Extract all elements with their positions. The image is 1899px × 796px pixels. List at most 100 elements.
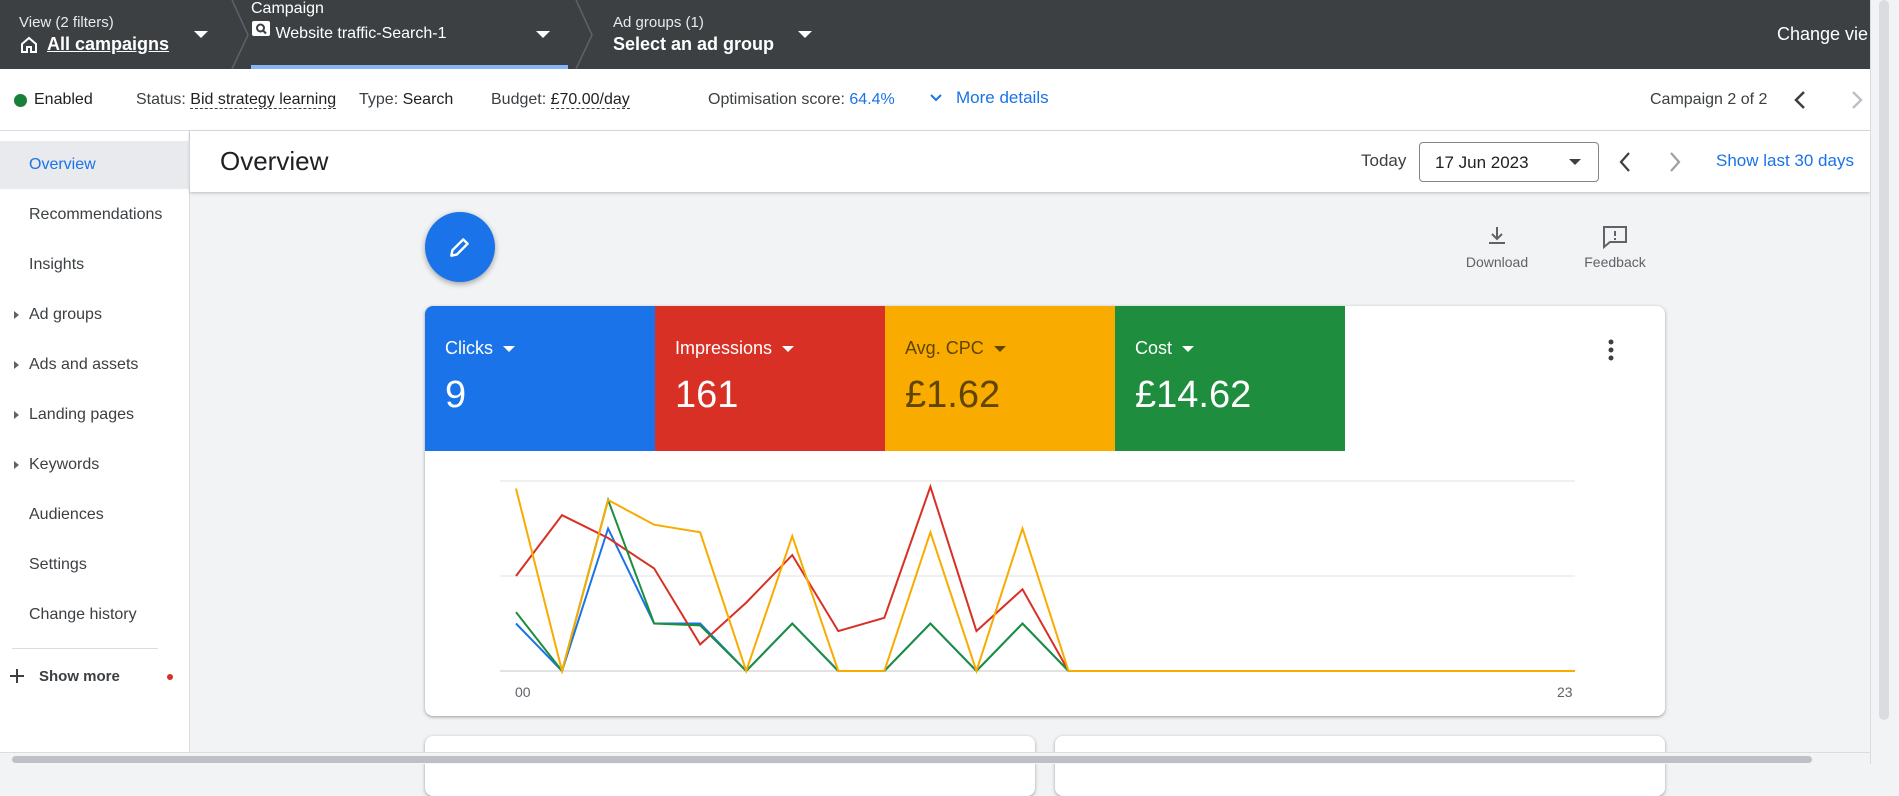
download-label: Download <box>1465 254 1529 270</box>
pencil-icon <box>450 238 469 257</box>
search-campaign-icon <box>252 21 270 36</box>
previous-date-icon[interactable] <box>1615 150 1635 174</box>
show-last-30-days-link[interactable]: Show last 30 days <box>1716 151 1854 171</box>
metric-label: Avg. CPC <box>905 338 984 358</box>
performance-card: Clicks 9 Impressions 161 Avg. CPC £1.62 … <box>425 306 1665 716</box>
sidebar-item-ads-and-assets[interactable]: Ads and assets <box>0 341 190 389</box>
chart-series-line-3 <box>515 488 1575 675</box>
campaign-selector-label: Website traffic-Search-1 <box>275 25 447 42</box>
chevron-down-icon <box>1182 345 1195 352</box>
expand-arrow-icon <box>14 311 19 319</box>
feedback-button[interactable]: Feedback <box>1570 224 1660 270</box>
sidebar-item-label: Ads and assets <box>29 356 139 373</box>
download-button[interactable]: Download <box>1452 224 1542 270</box>
horizontal-scrollbar[interactable] <box>0 752 1870 764</box>
metric-tile-avg-cpc[interactable]: Avg. CPC £1.62 <box>885 306 1115 451</box>
chevron-down-icon <box>993 345 1006 352</box>
metric-tile-cost[interactable]: Cost £14.62 <box>1115 306 1345 451</box>
ad-group-selector-label: Select an ad group <box>613 34 775 54</box>
budget-value[interactable]: £70.00/day <box>550 91 630 109</box>
vertical-scrollbar[interactable] <box>1870 0 1899 764</box>
status-value[interactable]: Bid strategy learning <box>190 91 337 109</box>
expand-arrow-icon <box>14 411 19 419</box>
enabled-status-dot-icon <box>14 93 27 107</box>
feedback-label: Feedback <box>1584 254 1646 270</box>
chevron-down-icon <box>194 31 208 38</box>
campaign-position: Campaign 2 of 2 <box>1650 91 1768 108</box>
metric-value: £14.62 <box>1135 374 1252 416</box>
next-date-icon[interactable] <box>1665 150 1685 174</box>
sidebar-item-recommendations[interactable]: Recommendations <box>0 191 190 239</box>
sidebar-item-label: Recommendations <box>29 206 163 223</box>
change-view-button[interactable]: Change vie <box>1777 24 1868 45</box>
ad-group-selector[interactable]: Ad groups (1) Select an ad group <box>613 0 813 69</box>
type-value: Search <box>402 91 454 108</box>
breadcrumb-separator-icon <box>575 0 593 69</box>
ad-group-selector-caption: Ad groups (1) <box>613 14 704 31</box>
metric-tile-impressions[interactable]: Impressions 161 <box>655 306 885 451</box>
x-tick-end: 23 <box>1557 684 1573 700</box>
status-label: Status: <box>136 91 186 108</box>
campaign-selector-caption: Campaign <box>251 0 324 17</box>
metric-tile-clicks[interactable]: Clicks 9 <box>425 306 655 451</box>
sidebar-item-label: Audiences <box>29 506 104 523</box>
view-selector-caption: View (2 filters) <box>19 14 114 31</box>
chevron-down-icon <box>503 345 515 352</box>
budget-label: Budget: <box>491 91 547 108</box>
top-bar: View (2 filters) All campaigns Campaign … <box>0 0 1899 69</box>
next-campaign-icon[interactable] <box>1847 89 1867 111</box>
sidebar-item-landing-pages[interactable]: Landing pages <box>0 391 190 439</box>
campaign-status-bar: Enabled Status: Bid strategy learning Ty… <box>0 69 1870 131</box>
sidebar-item-label: Overview <box>29 156 96 173</box>
chart-series-line-2 <box>515 496 1575 674</box>
page-title: Overview <box>220 146 329 176</box>
performance-chart: 00 23 <box>500 480 1575 700</box>
chevron-down-icon <box>782 345 795 352</box>
date-picker-value: 17 Jun 2023 <box>1435 153 1529 172</box>
scrollbar-thumb[interactable] <box>1879 0 1889 720</box>
view-selector-label: All campaigns <box>47 34 170 54</box>
enabled-status-label: Enabled <box>34 91 93 108</box>
date-picker[interactable]: 17 Jun 2023 <box>1419 142 1599 182</box>
sidebar-item-label: Keywords <box>29 456 100 473</box>
summary-card <box>425 736 1035 796</box>
chevron-down-icon <box>798 31 812 38</box>
sidebar-divider <box>12 648 158 649</box>
sidebar-item-settings[interactable]: Settings <box>0 541 190 589</box>
chevron-down-icon <box>536 31 550 38</box>
metric-label: Clicks <box>445 338 493 358</box>
view-selector[interactable]: View (2 filters) All campaigns <box>19 0 219 69</box>
show-more-button[interactable]: Show more <box>0 652 190 700</box>
home-icon <box>21 36 37 53</box>
chart-series-line-1 <box>515 483 1575 672</box>
sidebar-item-overview[interactable]: Overview <box>0 141 190 189</box>
x-tick-start: 00 <box>515 684 531 700</box>
scrollbar-thumb[interactable] <box>12 756 1812 763</box>
sidebar-item-insights[interactable]: Insights <box>0 241 190 289</box>
sidebar-item-label: Ad groups <box>29 306 102 323</box>
sidebar-item-label: Settings <box>29 556 87 573</box>
metric-value: £1.62 <box>905 374 1001 416</box>
optimisation-score-label: Optimisation score: <box>708 91 845 108</box>
sidebar-item-change-history[interactable]: Change history <box>0 591 190 639</box>
date-range-label: Today <box>1361 151 1407 170</box>
summary-card <box>1055 736 1665 796</box>
sidebar: Overview Recommendations Insights Ad gro… <box>0 131 190 764</box>
expand-arrow-icon <box>14 361 19 369</box>
show-more-label: Show more <box>39 667 120 685</box>
more-details-label: More details <box>956 88 1049 107</box>
edit-fab-button[interactable] <box>425 212 495 282</box>
sidebar-item-ad-groups[interactable]: Ad groups <box>0 291 190 339</box>
more-vert-icon[interactable] <box>1606 338 1616 362</box>
sidebar-item-keywords[interactable]: Keywords <box>0 441 190 489</box>
previous-campaign-icon[interactable] <box>1790 89 1810 111</box>
optimisation-score-value[interactable]: 64.4% <box>849 91 894 108</box>
sidebar-item-label: Change history <box>29 606 137 623</box>
metric-value: 161 <box>675 374 739 416</box>
campaign-selector[interactable]: Campaign Website traffic-Search-1 <box>251 0 568 69</box>
more-details-button[interactable]: More details <box>928 88 1049 108</box>
sidebar-item-audiences[interactable]: Audiences <box>0 491 190 539</box>
sidebar-item-label: Landing pages <box>29 406 134 423</box>
plus-icon <box>10 669 24 683</box>
metric-label: Cost <box>1135 338 1173 358</box>
